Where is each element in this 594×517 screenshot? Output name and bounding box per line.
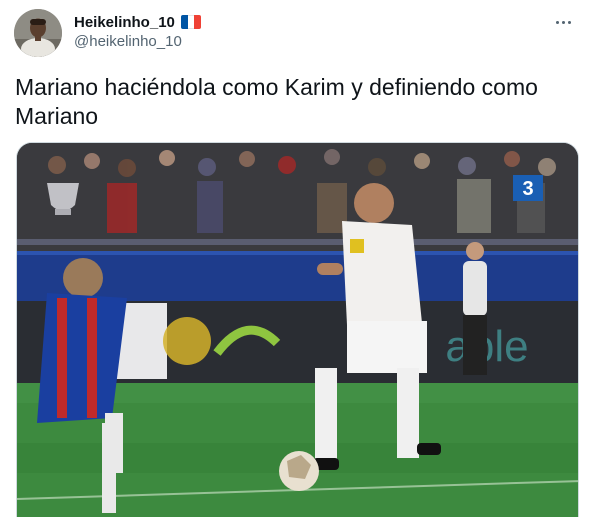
- football-video-frame: 3 able: [17, 143, 578, 517]
- channel-logo-text: 3: [522, 178, 533, 200]
- author-name-row: Heikelinho_10: [74, 12, 201, 32]
- avatar[interactable]: [14, 9, 62, 57]
- tweet-text: Mariano haciéndola como Karim y definien…: [15, 74, 538, 129]
- tweet-media[interactable]: 3 able: [16, 142, 579, 517]
- france-flag-icon: [180, 15, 201, 29]
- flag-stripe-white: [187, 15, 195, 29]
- football: [279, 451, 319, 491]
- tweet-card: Heikelinho_10 @heikelinho_10 Mariano hac…: [0, 0, 594, 517]
- more-options-icon-dot: [567, 20, 571, 24]
- more-options-button[interactable]: [552, 12, 574, 32]
- more-options-icon: [555, 20, 559, 24]
- linesman: [463, 242, 487, 375]
- more-options-icon-dot: [561, 20, 565, 24]
- flag-stripe-red: [194, 15, 201, 29]
- flag-stripe-blue: [180, 15, 188, 29]
- author-display-name[interactable]: Heikelinho_10: [74, 14, 175, 31]
- avatar-image: [14, 9, 62, 57]
- author-handle[interactable]: @heikelinho_10: [74, 33, 182, 50]
- stands: [17, 143, 578, 253]
- channel-logo: 3: [513, 175, 543, 201]
